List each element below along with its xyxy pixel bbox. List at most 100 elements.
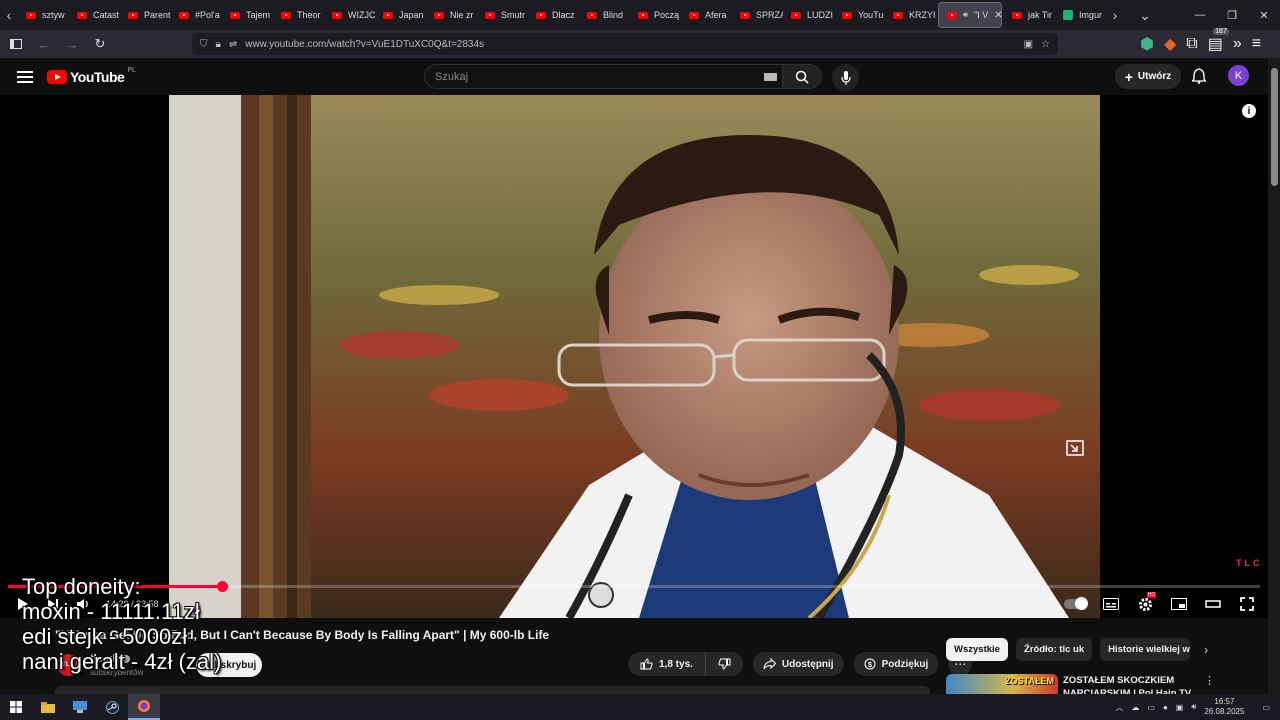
minimize-button[interactable]: — [1184, 9, 1216, 21]
browser-tab[interactable]: SPRZA [732, 2, 783, 28]
permissions-icon[interactable]: ⇌ [229, 39, 237, 50]
play-button[interactable] [8, 591, 38, 617]
channel-name-text[interactable]: tlc uk [90, 653, 119, 665]
youtube-logo[interactable]: YouTube PL [47, 67, 136, 85]
browser-tab[interactable]: Theor [273, 2, 324, 28]
browser-tab[interactable]: Dlacz [528, 2, 579, 28]
volume-button[interactable] [68, 591, 98, 617]
onedrive-icon[interactable]: ☁ [1131, 703, 1139, 712]
audio-playing-icon[interactable]: 🔊︎ [963, 10, 968, 20]
browser-tab[interactable]: sztyw [18, 2, 69, 28]
channel-name[interactable]: tlc uk [90, 653, 130, 665]
back-icon[interactable]: ← [36, 36, 52, 52]
browser-tab[interactable]: KRZYI [885, 2, 936, 28]
browser-tab[interactable]: Catast [69, 2, 120, 28]
browser-tab[interactable]: Tajem [222, 2, 273, 28]
miniplayer-button[interactable] [1164, 591, 1194, 617]
restore-button[interactable]: ❐ [1216, 9, 1248, 22]
browser-tab[interactable]: WIZJC [324, 2, 375, 28]
sidebar-toggle-icon[interactable] [8, 36, 24, 52]
thanks-button[interactable]: $ Podziękuj [853, 652, 939, 676]
extension-badge-icon[interactable]: ▤ 187 [1208, 28, 1229, 54]
scrollbar-thumb[interactable] [1271, 68, 1278, 186]
related-chips: Wszystkie Źródło: tlc uk Historie wielki… [946, 638, 1208, 661]
chip-topic[interactable]: Historie wielkiej wagi [1100, 638, 1191, 661]
steam-icon[interactable] [96, 694, 128, 720]
start-icon[interactable] [0, 694, 32, 720]
dislike-button[interactable] [706, 652, 743, 676]
next-button[interactable] [38, 591, 68, 617]
progress-bar[interactable] [8, 581, 1260, 592]
picture-in-picture-icon[interactable]: ▣ [1024, 39, 1033, 50]
like-button[interactable]: 1,8 tys. [628, 652, 706, 676]
browser-tab[interactable]: Blind [579, 2, 630, 28]
vpn-extension-icon[interactable]: ⬢ [1140, 34, 1154, 54]
fullscreen-icon [1240, 597, 1254, 611]
browser-tab[interactable]: Imgur [1055, 2, 1106, 28]
subtitles-button[interactable] [1096, 591, 1126, 617]
notifications-bell-icon[interactable] [1191, 68, 1208, 84]
tab-list-menu-button[interactable]: ⌄ [1136, 0, 1154, 30]
forward-icon[interactable]: → [64, 36, 80, 52]
browser-tab[interactable]: Japan [375, 2, 426, 28]
url-bar[interactable]: ⛉ 🔒︎ ⇌ www.youtube.com/watch?v=VuE1DTuXC… [192, 33, 1058, 55]
voice-search-button[interactable] [832, 64, 859, 91]
share-button[interactable]: Udostępnij [752, 652, 844, 676]
app-menu-icon[interactable]: ≡ [1252, 35, 1261, 53]
recommendation-menu-icon[interactable]: ⋮ [1204, 674, 1215, 687]
tray-app-icon[interactable]: ▭ [1147, 703, 1155, 712]
search-input[interactable]: Szukaj [424, 64, 788, 89]
chip-source[interactable]: Źródło: tlc uk [1015, 638, 1093, 661]
autoplay-toggle[interactable] [1064, 597, 1088, 610]
tray-chevron-icon[interactable]: ︿ [1115, 702, 1123, 713]
tabs-scroll-left-button[interactable]: ‹ [0, 0, 18, 30]
guide-menu-icon[interactable] [17, 70, 33, 83]
browser-tab[interactable]: Afera [681, 2, 732, 28]
tab-close-icon[interactable]: ✕ [994, 10, 1001, 21]
speaker-icon[interactable]: 🔊︎ [1191, 702, 1196, 712]
info-icon[interactable]: i [1242, 104, 1256, 118]
file-explorer-icon[interactable] [32, 694, 64, 720]
extensions-icon[interactable]: ⧉ [1186, 35, 1197, 53]
bookmark-star-icon[interactable]: ☆ [1041, 39, 1050, 50]
network-icon[interactable]: ▣ [1176, 703, 1184, 712]
page-scrollbar[interactable] [1268, 58, 1280, 700]
url-text[interactable]: www.youtube.com/watch?v=VuE1DTuXC0Q&t=28… [245, 39, 1015, 50]
browser-tab[interactable]: jak Tir [1004, 2, 1055, 28]
firefox-icon[interactable] [128, 694, 160, 720]
lock-icon[interactable]: 🔒︎ [216, 39, 221, 50]
search-button[interactable] [782, 64, 822, 89]
chevron-right-icon[interactable]: › [1204, 643, 1208, 657]
close-window-button[interactable]: ✕ [1248, 9, 1280, 22]
browser-tab[interactable]: LUDZI [783, 2, 834, 28]
browser-tab[interactable]: YouTu [834, 2, 885, 28]
fullscreen-button[interactable] [1232, 591, 1262, 617]
account-avatar[interactable]: K [1228, 65, 1249, 86]
channel-avatar[interactable]: TLC [57, 654, 79, 676]
subscribe-button[interactable]: Subskrybuj [196, 653, 262, 677]
shield-icon[interactable]: ⛉ [200, 39, 208, 50]
create-button[interactable]: + Utwórz [1115, 64, 1181, 89]
microphone-tray-icon[interactable]: ● [1163, 703, 1168, 712]
clock[interactable]: 16:57 26.08.2025 [1204, 697, 1244, 717]
chip-all[interactable]: Wszystkie [946, 638, 1008, 661]
video-frame[interactable] [169, 95, 1100, 618]
fox-extension-icon[interactable]: ◆ [1164, 34, 1176, 54]
channel-watermark[interactable]: TLC [1236, 558, 1263, 568]
browser-tab[interactable]: Smutr [477, 2, 528, 28]
control-panel-icon[interactable] [64, 694, 96, 720]
browser-tab[interactable]: Nie zr [426, 2, 477, 28]
tabs-scroll-right-button[interactable]: › [1106, 0, 1124, 30]
overflow-menu-icon[interactable]: » [1233, 35, 1242, 53]
theater-mode-button[interactable] [1198, 591, 1228, 617]
reload-icon[interactable]: ↻ [92, 36, 108, 52]
browser-tab[interactable]: Parent [120, 2, 171, 28]
settings-button[interactable]: HD [1130, 591, 1160, 617]
browser-tab[interactable]: #Pol'a [171, 2, 222, 28]
notification-center-icon[interactable]: ▭ [1262, 703, 1270, 712]
browser-tab[interactable]: Począ [630, 2, 681, 28]
keyboard-icon[interactable] [764, 72, 777, 81]
tab-active[interactable]: 🔊︎ "I V ✕ [938, 2, 1002, 28]
video-player[interactable]: i TLC 14:28 / 23:58 HD [0, 95, 1268, 618]
exit-cinema-icon[interactable] [1066, 440, 1084, 456]
